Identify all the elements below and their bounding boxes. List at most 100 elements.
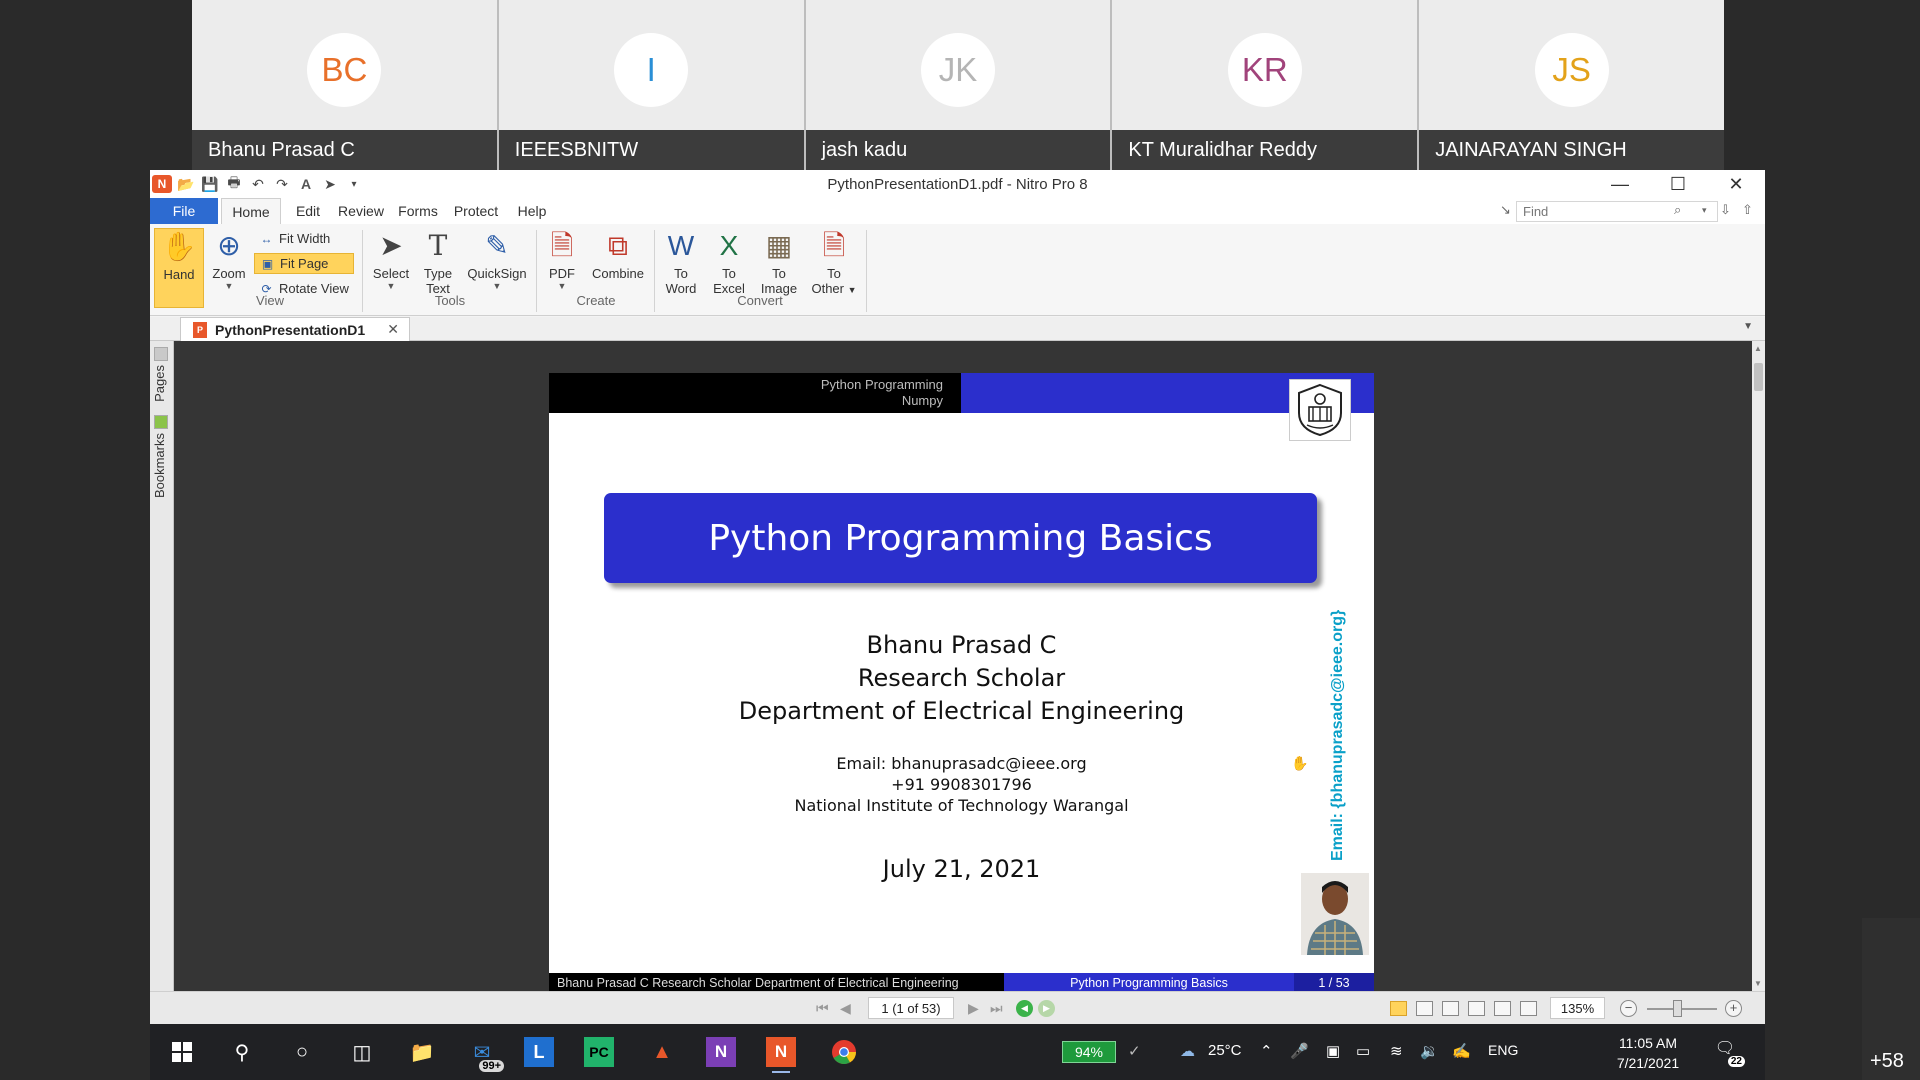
wifi-icon[interactable]: ≋	[1390, 1042, 1403, 1060]
type-text-label-1: Type	[423, 266, 453, 281]
group-separator	[866, 230, 867, 312]
cursor-icon: ➤	[379, 230, 403, 261]
type-text-icon: T	[428, 229, 448, 262]
tab-list-icon[interactable]: ▼	[1743, 321, 1753, 332]
last-page-icon[interactable]: ⏭	[990, 1000, 1003, 1017]
file-explorer-icon[interactable]: 📁	[404, 1034, 440, 1070]
zoom-icon: ⊕	[217, 230, 241, 261]
first-page-icon[interactable]: ⏮	[816, 1000, 829, 1017]
bookmarks-panel-icon[interactable]	[154, 415, 168, 429]
zoom-in-icon[interactable]: +	[1725, 1000, 1742, 1017]
window-controls: — ☐ ✕	[1591, 170, 1765, 198]
notification-center-icon[interactable]: 🗨 22	[1711, 1038, 1745, 1067]
find-options-icon[interactable]: ↘	[1500, 202, 1511, 218]
menu-file[interactable]: File	[150, 198, 218, 224]
lync-app-icon[interactable]: L	[524, 1037, 554, 1067]
language-indicator[interactable]: ENG	[1488, 1042, 1518, 1058]
group-convert-label: Convert	[737, 293, 783, 308]
participant-tile[interactable]: BC Bhanu Prasad C	[192, 0, 499, 170]
presenter-photo	[1301, 873, 1369, 955]
vertical-scrollbar[interactable]: ▲ ▼	[1752, 341, 1765, 991]
meet-now-icon[interactable]: ▣	[1326, 1042, 1340, 1060]
facing-continuous-view-icon[interactable]	[1468, 1001, 1485, 1016]
pycharm-icon[interactable]: PC	[584, 1037, 614, 1067]
find-previous-icon[interactable]: ⇧	[1742, 202, 1753, 218]
close-tab-icon[interactable]: ✕	[387, 321, 399, 338]
weather-icon[interactable]: ☁	[1180, 1042, 1195, 1060]
participant-tile[interactable]: I IEEESBNITW	[498, 0, 806, 170]
hand-button[interactable]: ✋ Hand	[154, 228, 204, 308]
word-icon: W	[667, 230, 695, 261]
maximize-icon[interactable]: ☐	[1649, 170, 1707, 198]
participant-avatar: I	[614, 33, 689, 107]
close-icon[interactable]: ✕	[1707, 170, 1765, 198]
fit-page-label: Fit Page	[280, 256, 329, 271]
participant-tile[interactable]: JS JAINARAYAN SINGH	[1419, 0, 1724, 170]
cover-continuous-view-icon[interactable]	[1520, 1001, 1537, 1016]
document-tab[interactable]: P PythonPresentationD1 ✕	[180, 317, 410, 341]
chevron-down-icon[interactable]: ▾	[1702, 205, 1707, 216]
participant-tile[interactable]: JK jash kadu	[805, 0, 1113, 170]
find-next-icon[interactable]: ⇩	[1720, 202, 1731, 218]
tab-review[interactable]: Review	[332, 198, 390, 224]
pages-panel-tab[interactable]: Pages	[152, 365, 167, 402]
participant-tile[interactable]: KR KT Muralidhar Reddy	[1112, 0, 1420, 170]
more-participants-count[interactable]: +58	[1870, 1050, 1904, 1073]
fit-page-button[interactable]: ▣ Fit Page	[254, 253, 354, 274]
tab-edit[interactable]: Edit	[286, 198, 330, 224]
facing-view-icon[interactable]	[1442, 1001, 1459, 1016]
tab-protect[interactable]: Protect	[446, 198, 506, 224]
participant-name: IEEESBNITW	[498, 130, 804, 170]
minimize-icon[interactable]: —	[1591, 170, 1649, 198]
fit-width-button[interactable]: ↔ Fit Width	[254, 228, 335, 249]
previous-page-icon[interactable]: ◀	[840, 1000, 851, 1017]
slide-vertical-email: Email: {bhanuprasadc@ieee.org}	[1329, 609, 1346, 862]
scroll-up-icon[interactable]: ▲	[1754, 344, 1762, 353]
single-page-view-icon[interactable]	[1390, 1001, 1407, 1016]
cortana-icon[interactable]: ○	[284, 1034, 320, 1070]
hand-icon: ✋	[161, 231, 197, 262]
search-icon[interactable]: ⌕	[1674, 202, 1681, 218]
zoom-level-field[interactable]: 135%	[1550, 997, 1605, 1019]
play-icon[interactable]: ◀	[1016, 1000, 1033, 1017]
tab-forms[interactable]: Forms	[392, 198, 444, 224]
microphone-icon[interactable]: 🎤	[1290, 1042, 1309, 1060]
zoom-out-icon[interactable]: −	[1620, 1000, 1637, 1017]
mail-icon[interactable]: ✉ 99+	[464, 1034, 504, 1072]
scrollbar-thumb[interactable]	[1754, 363, 1763, 391]
onenote-icon[interactable]: N	[706, 1037, 736, 1067]
find-input[interactable]: Find	[1516, 201, 1718, 222]
show-hidden-icons-icon[interactable]: ⌃	[1260, 1042, 1273, 1060]
continuous-view-icon[interactable]	[1416, 1001, 1433, 1016]
temperature-label[interactable]: 25°C	[1208, 1042, 1242, 1059]
search-icon[interactable]: ⚲	[224, 1034, 260, 1070]
next-page-icon[interactable]: ▶	[968, 1000, 979, 1017]
pages-panel-icon[interactable]	[154, 347, 168, 361]
windows-start-icon[interactable]	[164, 1034, 200, 1070]
group-tools-label: Tools	[434, 293, 466, 308]
combine-icon: ⧉	[608, 230, 628, 261]
hand-cursor-icon: ✋	[1291, 755, 1309, 771]
pen-workspace-icon[interactable]: ✍	[1452, 1042, 1471, 1060]
battery-tray-icon[interactable]: ▭	[1356, 1042, 1370, 1060]
nitro-taskbar-icon[interactable]: N	[766, 1037, 796, 1073]
scroll-down-icon[interactable]: ▼	[1754, 979, 1762, 988]
forward-icon[interactable]: ▶	[1038, 1000, 1055, 1017]
cover-view-icon[interactable]	[1494, 1001, 1511, 1016]
bookmarks-panel-tab[interactable]: Bookmarks	[152, 433, 167, 498]
task-view-icon[interactable]: ◫	[344, 1034, 380, 1070]
zoom-slider[interactable]	[1647, 1008, 1717, 1010]
system-clock[interactable]: 11:05 AM 7/21/2021	[1605, 1033, 1691, 1073]
page-number-field[interactable]: 1 (1 of 53)	[868, 997, 954, 1019]
volume-icon[interactable]: 🔉	[1420, 1042, 1439, 1060]
pen-icon[interactable]: ✓	[1128, 1042, 1141, 1060]
hand-label: Hand	[163, 267, 195, 282]
tab-help[interactable]: Help	[510, 198, 554, 224]
matlab-icon[interactable]: ▲	[644, 1034, 680, 1070]
quicksign-label: QuickSign	[467, 266, 527, 281]
battery-indicator[interactable]: 94%	[1062, 1041, 1116, 1063]
tab-home[interactable]: Home	[221, 198, 281, 224]
zoom-slider-thumb[interactable]	[1673, 1000, 1682, 1017]
slide-footer-title: Python Programming Basics	[1004, 973, 1294, 993]
chrome-icon[interactable]	[826, 1034, 862, 1070]
